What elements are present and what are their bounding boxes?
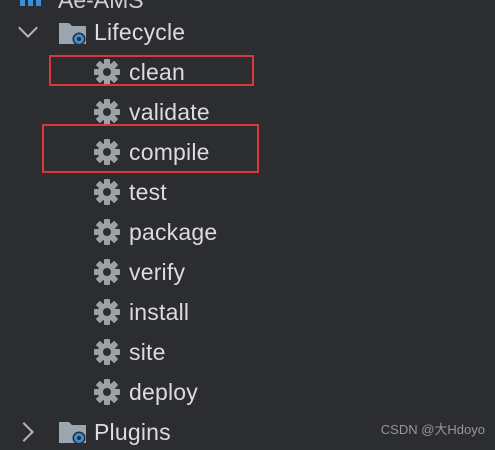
plugins-folder-icon xyxy=(59,422,86,445)
goal-label: install xyxy=(129,298,190,325)
goal-label: test xyxy=(129,178,167,205)
lifecycle-folder-icon xyxy=(59,23,86,46)
gear-icon xyxy=(94,259,120,285)
chevron-down-icon[interactable] xyxy=(18,18,38,38)
maven-project-icon xyxy=(20,0,41,6)
goal-label: verify xyxy=(129,258,186,285)
highlight-box-compile xyxy=(42,124,259,173)
goal-label: validate xyxy=(129,98,210,125)
lifecycle-goal-install[interactable]: install xyxy=(0,294,495,330)
highlight-box-clean xyxy=(49,55,254,86)
project-node-label[interactable]: Ae-AMS xyxy=(58,0,144,14)
goal-label: site xyxy=(129,338,166,365)
tree-node-lifecycle[interactable]: Lifecycle xyxy=(0,14,495,50)
plugins-label: Plugins xyxy=(94,418,171,445)
maven-tree: Ae-AMS Lifecycle clean validate compile … xyxy=(0,0,495,450)
chevron-right-icon[interactable] xyxy=(14,422,34,442)
lifecycle-goal-deploy[interactable]: deploy xyxy=(0,374,495,410)
lifecycle-goal-site[interactable]: site xyxy=(0,334,495,370)
lifecycle-goal-package[interactable]: package xyxy=(0,214,495,250)
goal-label: package xyxy=(129,218,218,245)
gear-icon xyxy=(94,99,120,125)
lifecycle-label: Lifecycle xyxy=(94,18,186,45)
goal-label: deploy xyxy=(129,378,198,405)
lifecycle-goal-test[interactable]: test xyxy=(0,174,495,210)
gear-icon xyxy=(94,379,120,405)
gear-icon xyxy=(94,219,120,245)
gear-icon xyxy=(94,299,120,325)
watermark: CSDN @大Hdoyo xyxy=(380,422,485,437)
gear-icon xyxy=(94,339,120,365)
lifecycle-goal-verify[interactable]: verify xyxy=(0,254,495,290)
gear-icon xyxy=(94,179,120,205)
